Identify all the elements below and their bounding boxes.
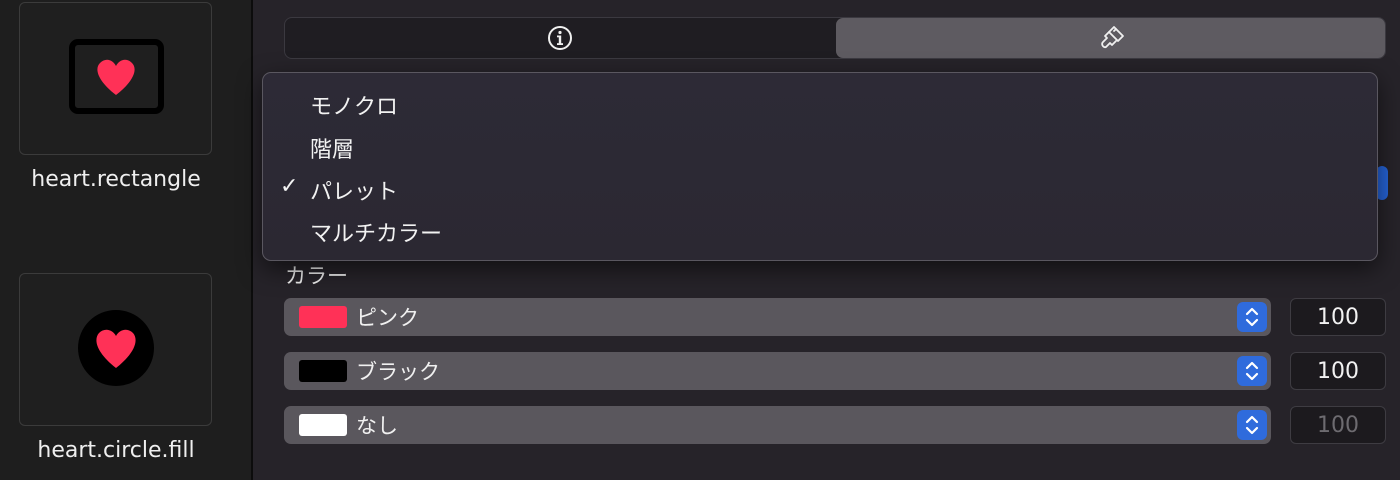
color-name: なし <box>356 414 398 438</box>
symbol-gallery: heart.rectangle heart.circle.fill <box>0 0 252 480</box>
menu-item-label: モノクロ <box>310 95 399 120</box>
menu-item-palette[interactable]: ✓ パレット <box>263 168 1377 208</box>
menu-item-multicolor[interactable]: マルチカラー <box>263 210 1377 250</box>
opacity-field-disabled: 100 <box>1290 406 1386 444</box>
menu-item-label: 階層 <box>310 138 355 163</box>
symbol-label: heart.circle.fill <box>37 438 195 463</box>
window: heart.rectangle heart.circle.fill カラー ピン… <box>0 0 1400 480</box>
info-icon <box>548 26 572 50</box>
heart-rectangle-icon <box>69 39 164 114</box>
color-swatch <box>299 360 347 382</box>
heart-circle-fill-icon <box>78 310 154 386</box>
color-row: ブラック <box>284 352 1271 390</box>
color-popup-button[interactable]: なし <box>284 406 1271 444</box>
popup-stepper[interactable] <box>1237 410 1267 440</box>
menu-item-monochrome[interactable]: モノクロ <box>263 83 1377 123</box>
color-name: ブラック <box>356 360 440 384</box>
opacity-field[interactable]: 100 <box>1290 352 1386 390</box>
color-name: ピンク <box>356 306 419 330</box>
menu-item-label: マルチカラー <box>310 222 443 247</box>
tab-info[interactable] <box>285 18 835 58</box>
opacity-field[interactable]: 100 <box>1290 298 1386 336</box>
menu-item-label: パレット <box>310 180 399 205</box>
chevron-up-down-icon <box>1245 307 1259 327</box>
color-popup-button[interactable]: ピンク <box>284 298 1271 336</box>
color-row: なし <box>284 406 1271 444</box>
symbol-card-heart-circle-fill[interactable] <box>19 273 212 426</box>
color-row: ピンク <box>284 298 1271 336</box>
popup-stepper[interactable] <box>1237 302 1267 332</box>
colors-section-label: カラー <box>285 264 348 288</box>
rendering-mode-menu: モノクロ 階層 ✓ パレット マルチカラー <box>262 72 1378 261</box>
chevron-up-down-icon <box>1245 415 1259 435</box>
color-popup-button[interactable]: ブラック <box>284 352 1271 390</box>
popup-stepper[interactable] <box>1237 356 1267 386</box>
symbol-card-heart-rectangle[interactable] <box>19 2 212 155</box>
paintbrush-icon <box>1100 26 1124 49</box>
menu-item-hierarchical[interactable]: 階層 <box>263 126 1377 166</box>
inspector-tab-control <box>284 17 1386 59</box>
symbol-label: heart.rectangle <box>31 167 201 192</box>
color-swatch <box>299 306 347 328</box>
checkmark-icon: ✓ <box>280 174 299 199</box>
color-swatch <box>299 414 347 436</box>
tab-appearance[interactable] <box>836 18 1385 58</box>
chevron-up-down-icon <box>1245 361 1259 381</box>
